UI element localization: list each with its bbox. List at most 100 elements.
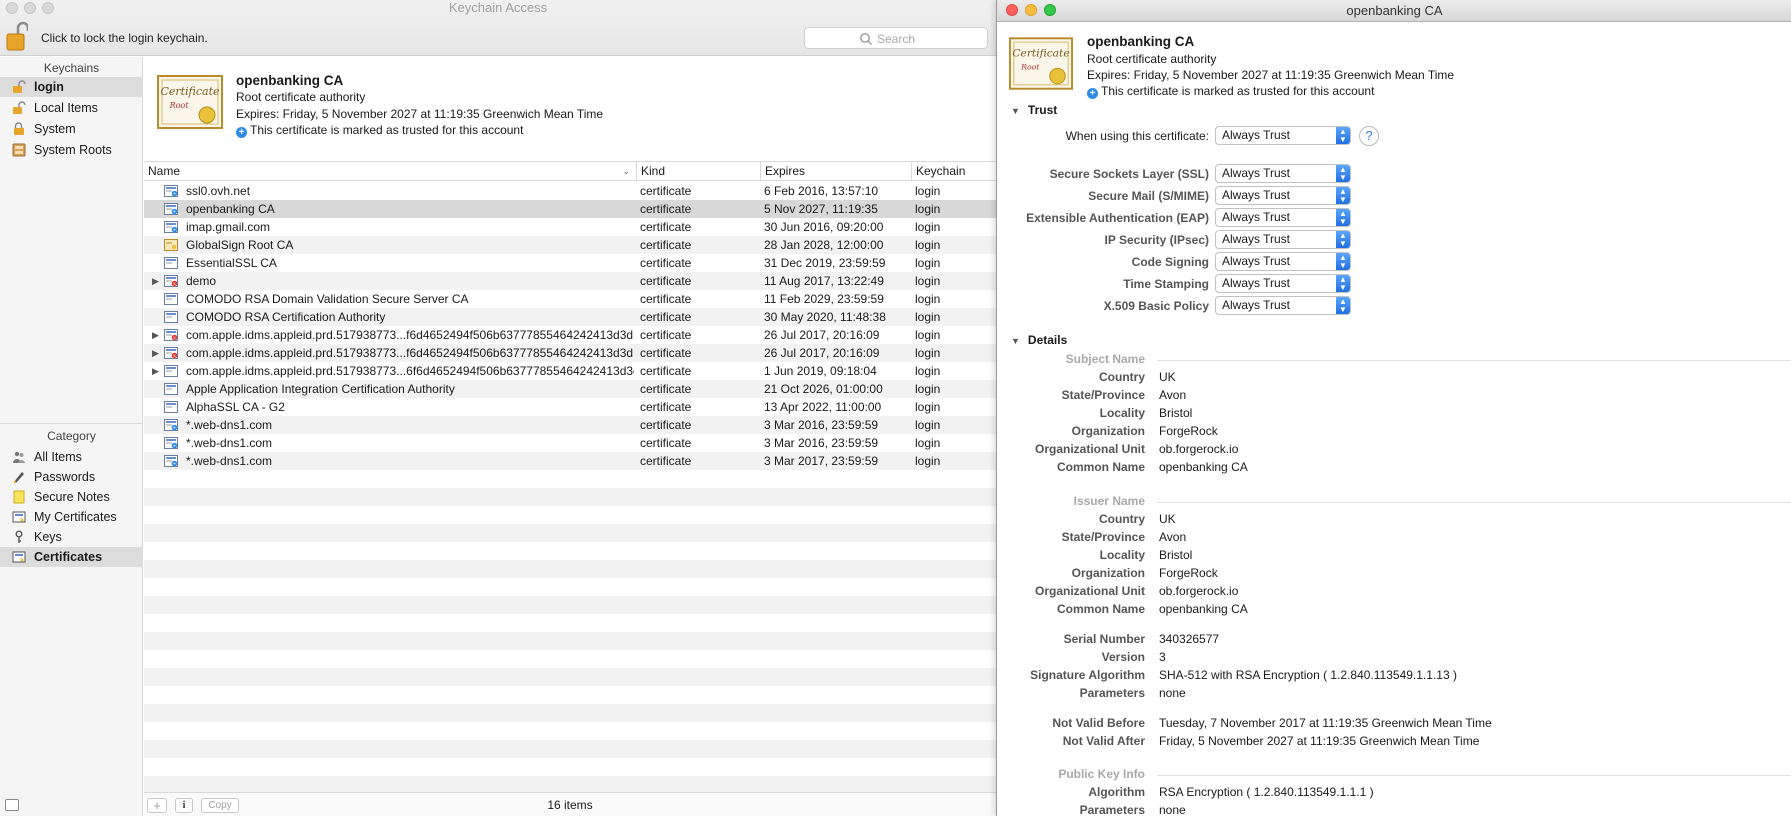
table-row[interactable]: Apple Application Integration Certificat… [144, 380, 996, 398]
trust-setting-select[interactable]: Always Trust ▲ ▼ [1215, 164, 1351, 183]
detail-field-value: ob.forgerock.io [1159, 584, 1239, 598]
show-status-button[interactable] [5, 799, 19, 811]
trust-setting-select[interactable]: Always Trust ▲ ▼ [1215, 230, 1351, 249]
sidebar-item-all-items[interactable]: All Items [0, 447, 143, 467]
cert-icon [164, 293, 178, 305]
details-section-toggle[interactable]: ▼ Details [1011, 333, 1067, 347]
cert-kind: certificate [640, 292, 692, 306]
table-row[interactable]: EssentialSSL CA certificate 31 Dec 2019, 2… [144, 254, 996, 272]
trust-section-toggle[interactable]: ▼ Trust [1011, 103, 1057, 117]
disclosure-triangle-icon[interactable]: ▶ [152, 326, 159, 344]
sidebar-item-label: Keys [34, 530, 62, 544]
cert-icon [164, 257, 178, 269]
table-row[interactable]: + openbanking CA certificate 5 Nov 2027, 11… [144, 200, 996, 218]
table-row[interactable]: + *.web-dns1.com certificate 3 Mar 2017, 23… [144, 452, 996, 470]
detail-field-value: none [1159, 803, 1186, 816]
trust-setting-value: Always Trust [1222, 298, 1291, 312]
cert-keychain: login [915, 382, 941, 396]
trust-setting-select[interactable]: Always Trust ▲ ▼ [1215, 186, 1351, 205]
cert-keychain: login [915, 400, 941, 414]
cert-icon [164, 311, 178, 323]
sidebar-item-certificates[interactable]: Certificates [0, 547, 143, 567]
cert-red-icon: x [164, 347, 178, 359]
column-header-kind[interactable]: Kind [636, 162, 760, 180]
disclosure-triangle-icon[interactable]: ▶ [152, 344, 159, 362]
empty-row [144, 506, 996, 524]
preview-subtitle: Root certificate authority [236, 90, 366, 104]
table-row[interactable]: COMODO RSA Certification Authority certif… [144, 308, 996, 326]
lock-open-icon [13, 101, 26, 114]
trust-setting-label: Secure Sockets Layer (SSL) [1049, 167, 1209, 181]
disclosure-triangle-icon[interactable]: ▶ [152, 272, 159, 290]
when-using-select[interactable]: Always Trust ▲ ▼ [1215, 126, 1351, 145]
sidebar-item-label: All Items [34, 450, 82, 464]
lock-icon [14, 122, 24, 135]
detail-field-label: Organization [1071, 566, 1145, 580]
table-row[interactable]: ▶ com.apple.idms.appleid.prd.517938773...… [144, 362, 996, 380]
sidebar-item-local-items[interactable]: Local Items [0, 98, 143, 118]
table-row[interactable]: + *.web-dns1.com certificate 3 Mar 2016, 23… [144, 416, 996, 434]
people-icon [13, 451, 25, 463]
popup-arrows-icon: ▲ ▼ [1336, 187, 1350, 204]
search-placeholder: Search [877, 32, 916, 46]
popup-arrows-icon: ▲ ▼ [1336, 275, 1350, 292]
table-row[interactable]: ▶ x com.apple.idms.appleid.prd.517938773..… [144, 344, 996, 362]
trust-setting-select[interactable]: Always Trust ▲ ▼ [1215, 274, 1351, 293]
detail-field-label: Locality [1099, 548, 1145, 562]
cert-kind: certificate [640, 346, 692, 360]
empty-row [144, 614, 996, 632]
empty-row [144, 650, 996, 668]
item-count: 16 items [547, 798, 593, 812]
cert-red-icon: x [164, 275, 178, 287]
table-row[interactable]: ▶ x com.apple.idms.appleid.prd.517938773..… [144, 326, 996, 344]
sidebar-item-keys[interactable]: Keys [0, 527, 143, 547]
cert-blue-icon: + [164, 185, 178, 197]
sidebar-item-login[interactable]: login [0, 77, 143, 97]
empty-row [144, 578, 996, 596]
plus-circle-icon: + [236, 127, 247, 138]
detail-field-value: UK [1159, 370, 1176, 384]
disclosure-triangle-icon[interactable]: ▶ [152, 362, 159, 380]
cert-expires: 26 Jul 2017, 20:16:09 [764, 346, 880, 360]
popup-arrows-icon: ▲ ▼ [1336, 165, 1350, 182]
column-header-expires[interactable]: Expires [760, 162, 911, 180]
disclosure-triangle-icon: ▼ [1011, 336, 1020, 346]
detail-field-label: Organizational Unit [1034, 442, 1145, 456]
popup-arrows-icon: ▲ ▼ [1336, 127, 1350, 144]
table-row[interactable]: COMODO RSA Domain Validation Secure Serv… [144, 290, 996, 308]
table-row[interactable]: + imap.gmail.com certificate 30 Jun 2016, 0… [144, 218, 996, 236]
table-row[interactable]: AlphaSSL CA - G2 certificate 13 Apr 2022, … [144, 398, 996, 416]
popup-arrows-icon: ▲ ▼ [1336, 253, 1350, 270]
trust-setting-select[interactable]: Always Trust ▲ ▼ [1215, 252, 1351, 271]
trust-setting-select[interactable]: Always Trust ▲ ▼ [1215, 296, 1351, 315]
when-using-label: When using this certificate: [1065, 129, 1209, 143]
search-field[interactable]: Search [804, 27, 988, 49]
table-row[interactable]: + ssl0.ovh.net certificate 6 Feb 2016, 13:5… [144, 182, 996, 200]
help-button[interactable]: ? [1359, 126, 1379, 146]
sidebar-item-passwords[interactable]: Passwords [0, 467, 143, 487]
sidebar-item-system[interactable]: System [0, 119, 143, 139]
detail-field-value: RSA Encryption ( 1.2.840.113549.1.1.1 ) [1159, 785, 1374, 799]
column-header-keychain[interactable]: Keychain [911, 162, 996, 180]
sidebar-item-label: Passwords [34, 470, 96, 484]
detail-field-value: Tuesday, 7 November 2017 at 11:19:35 Gre… [1159, 716, 1492, 730]
table-row[interactable]: + *.web-dns1.com certificate 3 Mar 2016, 23… [144, 434, 996, 452]
empty-row [144, 488, 996, 506]
divider-line [1157, 502, 1791, 503]
sidebar-item-secure-notes[interactable]: Secure Notes [0, 487, 143, 507]
sidebar-item-my-certificates[interactable]: My Certificates [0, 507, 143, 527]
certificate-table: + ssl0.ovh.net certificate 6 Feb 2016, 13:5… [144, 182, 996, 792]
sidebar-item-system-roots[interactable]: System Roots [0, 140, 143, 160]
cert-keychain: login [915, 418, 941, 432]
table-row[interactable]: GlobalSign Root CA certificate 28 Jan 2028… [144, 236, 996, 254]
cert-expires: 30 Jun 2016, 09:20:00 [764, 220, 884, 234]
table-row[interactable]: ▶ x demo certificate 11 Aug 2017, 13:22:49 lo… [144, 272, 996, 290]
cert-kind: certificate [640, 202, 692, 216]
lock-keychain-text[interactable]: Click to lock the login keychain. [41, 31, 208, 45]
lock-open-icon[interactable] [6, 20, 28, 52]
cert-expires: 13 Apr 2022, 11:00:00 [764, 400, 882, 414]
search-icon [860, 33, 872, 45]
column-header-name[interactable]: Name ⌄ [144, 162, 636, 180]
cert-expires: 30 May 2020, 11:48:38 [764, 310, 886, 324]
trust-setting-select[interactable]: Always Trust ▲ ▼ [1215, 208, 1351, 227]
